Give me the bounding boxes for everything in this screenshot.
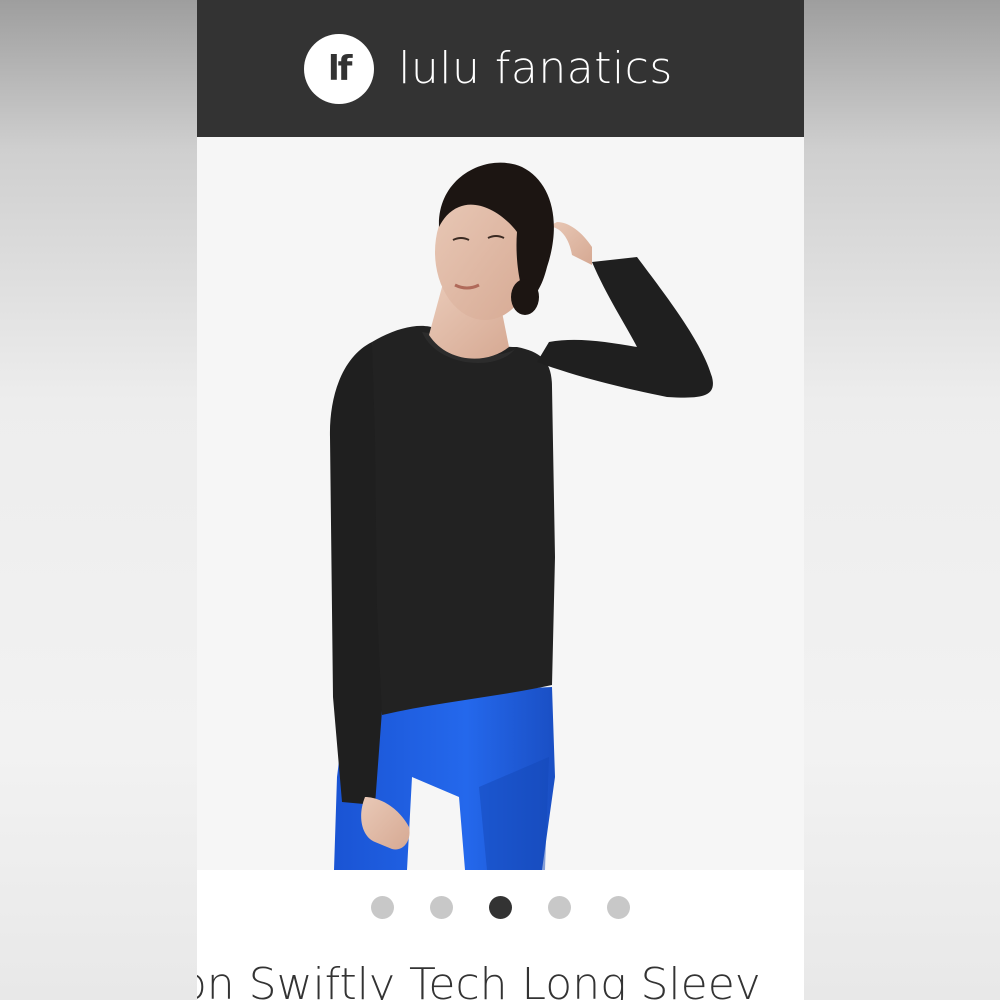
- phone-screen: lf lulu fanatics mon Swiftly Tech Long S…: [197, 0, 804, 1000]
- carousel-dot-3-active[interactable]: [489, 896, 512, 919]
- carousel-indicator: [197, 870, 804, 945]
- product-photo: [197, 137, 804, 870]
- background-blur-left: [0, 0, 197, 1000]
- brand-name[interactable]: lulu fanatics: [398, 43, 673, 94]
- app-header: lf lulu fanatics: [197, 0, 804, 137]
- carousel-dot-2[interactable]: [430, 896, 453, 919]
- product-title: mon Swiftly Tech Long Sleev: [197, 959, 761, 1000]
- carousel-dot-4[interactable]: [548, 896, 571, 919]
- carousel-dot-5[interactable]: [607, 896, 630, 919]
- background-blur-right: [804, 0, 1000, 1000]
- product-title-container: mon Swiftly Tech Long Sleev: [197, 945, 804, 1000]
- carousel-dot-1[interactable]: [371, 896, 394, 919]
- product-image[interactable]: [197, 137, 804, 870]
- brand-logo[interactable]: lf: [304, 33, 375, 104]
- logo-text: lf: [327, 48, 352, 89]
